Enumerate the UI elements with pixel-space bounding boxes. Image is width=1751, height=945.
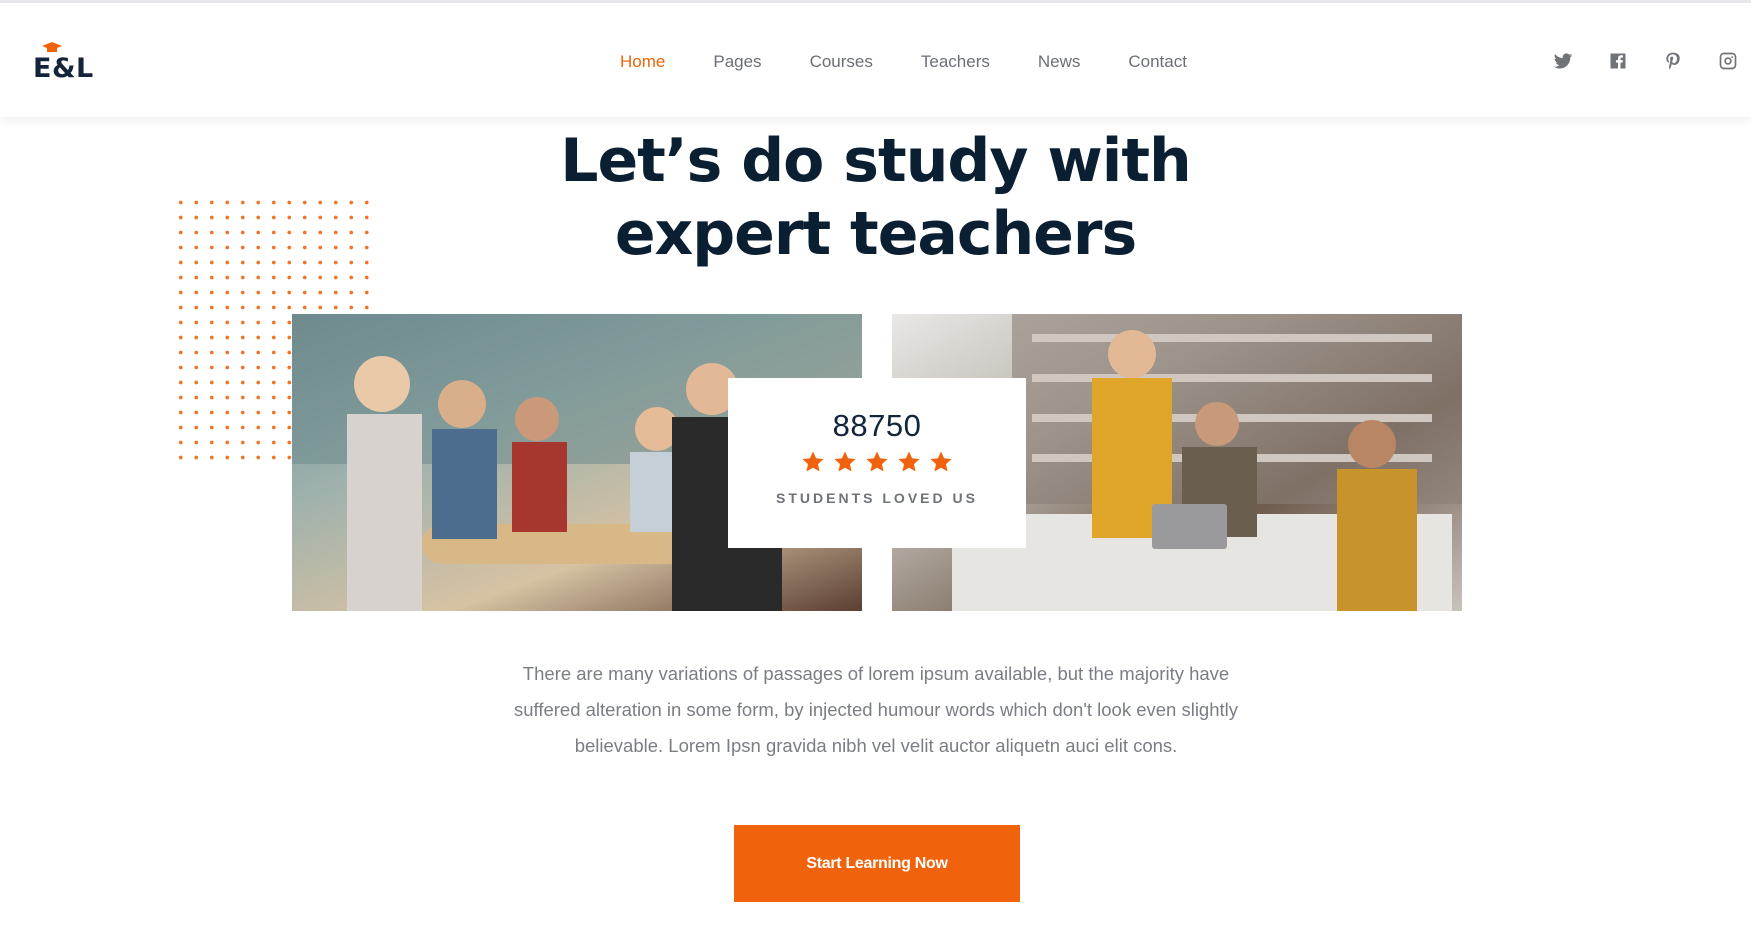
star-icon (834, 451, 856, 472)
star-icon (930, 451, 952, 472)
hero-title-line2: expert teachers (614, 199, 1137, 269)
star-icon (898, 451, 920, 472)
start-learning-button[interactable]: Start Learning Now (734, 825, 1020, 902)
description-line2: suffered alteration in some form, by inj… (513, 699, 1239, 720)
star-icon (866, 451, 888, 472)
hero-description: There are many variations of passages of… (465, 656, 1287, 764)
nav-item-pages[interactable]: Pages (713, 52, 761, 72)
description-line3: believable. Lorem Ipsn gravida nibh vel … (574, 735, 1178, 756)
logo[interactable]: E&L (33, 42, 103, 87)
stats-number: 88750 (832, 408, 922, 443)
facebook-icon[interactable] (1608, 51, 1628, 71)
graduation-cap-icon (42, 42, 62, 52)
description-line1: There are many variations of passages of… (522, 663, 1230, 684)
instagram-icon[interactable] (1718, 51, 1738, 71)
star-icon (802, 451, 824, 472)
nav-item-news[interactable]: News (1038, 52, 1081, 72)
hero-title-line1: Let’s do study with (560, 126, 1192, 196)
rating-stars (728, 450, 1026, 476)
site-header: E&L Home Pages Courses Teachers News Con… (0, 3, 1751, 117)
nav-item-courses[interactable]: Courses (810, 52, 873, 72)
stats-card: 88750 STUDENTS LOVED US (728, 378, 1026, 548)
main-nav: Home Pages Courses Teachers News Contact (620, 47, 1235, 77)
nav-item-teachers[interactable]: Teachers (921, 52, 990, 72)
stats-label: STUDENTS LOVED US (776, 490, 978, 506)
pinterest-icon[interactable] (1663, 51, 1683, 71)
twitter-icon[interactable] (1553, 51, 1573, 71)
logo-text: E&L (33, 53, 94, 84)
social-links (1553, 51, 1751, 71)
nav-item-home[interactable]: Home (620, 52, 665, 72)
nav-item-contact[interactable]: Contact (1128, 52, 1187, 72)
